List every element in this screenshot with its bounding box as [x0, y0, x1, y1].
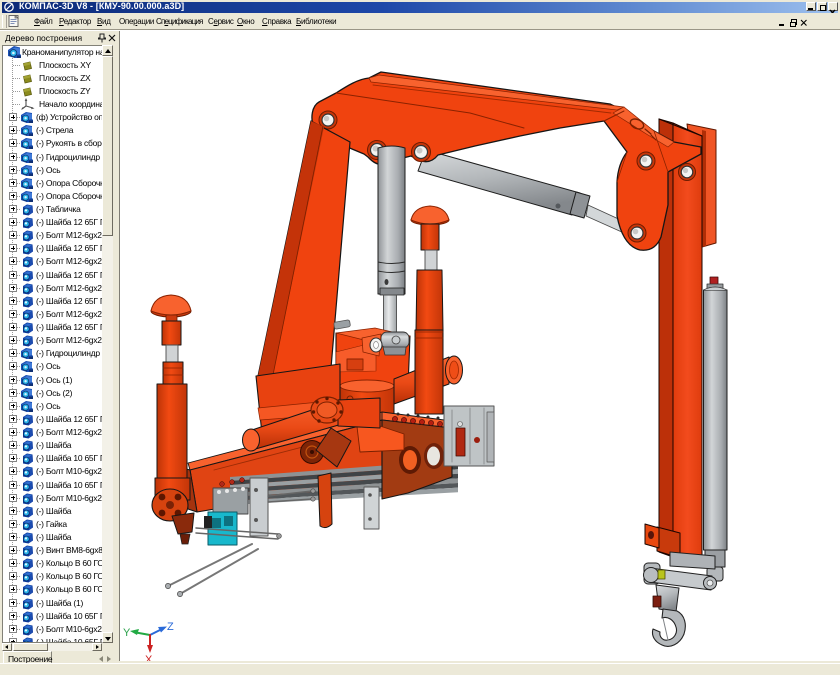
- svg-text:Z: Z: [167, 621, 174, 633]
- svg-text:Y: Y: [123, 627, 131, 639]
- svg-text:X: X: [145, 654, 153, 661]
